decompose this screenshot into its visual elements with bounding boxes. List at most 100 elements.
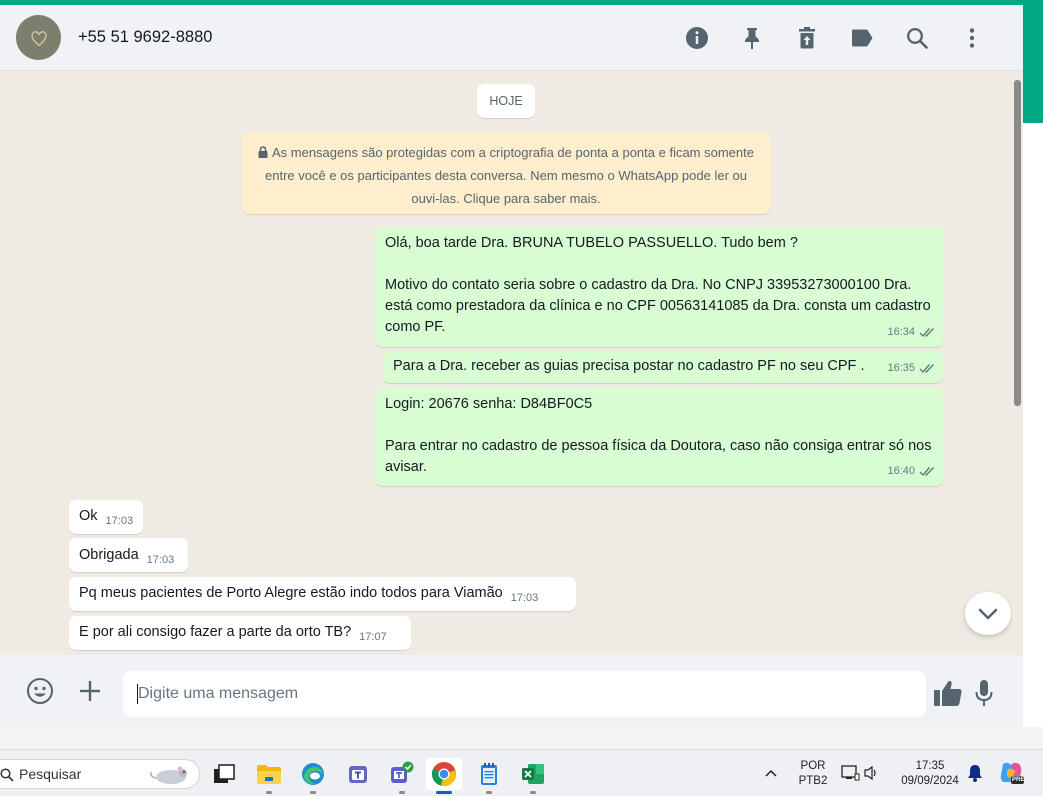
message-meta: 16:40 — [887, 461, 935, 482]
message-list[interactable]: HOJE As mensagens são protegidas com a c… — [0, 71, 1023, 655]
taskbar-excel[interactable] — [515, 758, 551, 794]
message-text: E por ali consigo fazer a parte da orto … — [79, 624, 352, 640]
running-indicator — [266, 791, 272, 794]
taskbar-edge[interactable] — [295, 758, 331, 794]
task-view-icon — [214, 764, 235, 783]
plus-icon — [80, 681, 100, 701]
delete-icon — [798, 27, 815, 49]
message-text: Olá, boa tarde Dra. BRUNA TUBELO PASSUEL… — [385, 235, 931, 335]
clock-time: 17:35 — [915, 760, 945, 772]
taskbar: Pesquisar POR PTB2 17:35 09/09/2024 PRE — [0, 749, 1043, 796]
avatar-logo-icon — [30, 30, 47, 46]
microphone-icon — [975, 680, 993, 706]
info-button[interactable] — [669, 18, 724, 58]
taskbar-notepad[interactable] — [471, 758, 507, 794]
scroll-to-bottom-button[interactable] — [965, 592, 1011, 635]
message-text: Ok — [79, 508, 98, 524]
folder-icon — [257, 765, 281, 784]
attach-button[interactable] — [74, 675, 106, 707]
tray-overflow-button[interactable] — [764, 765, 782, 783]
avatar[interactable] — [16, 15, 61, 60]
taskbar-search-label: Pesquisar — [19, 766, 82, 782]
info-icon — [685, 27, 708, 49]
message-time: 16:40 — [887, 465, 915, 477]
menu-button[interactable] — [944, 18, 999, 58]
message-text: Obrigada — [79, 547, 139, 563]
window-right-edge — [1023, 123, 1043, 727]
read-ticks-icon — [919, 328, 935, 338]
date-chip: HOJE — [477, 84, 535, 118]
message-input[interactable] — [123, 671, 926, 717]
chat-scrollbar-thumb[interactable] — [1014, 80, 1021, 406]
chevron-up-icon — [765, 769, 777, 777]
like-button[interactable] — [932, 677, 964, 709]
chrome-icon — [431, 762, 456, 786]
copilot-button[interactable]: PRE — [998, 760, 1026, 788]
pin-icon — [744, 28, 759, 49]
composer — [0, 655, 1023, 727]
notepad-icon — [481, 763, 497, 785]
label-icon — [851, 29, 872, 47]
label-button[interactable] — [834, 18, 889, 58]
chat-header: +55 51 9692-8880 — [0, 5, 1023, 71]
taskbar-search[interactable]: Pesquisar — [0, 759, 200, 789]
bell-icon — [968, 765, 982, 782]
message-time: 17:03 — [105, 515, 134, 527]
keyboard-layout: PTB2 — [798, 775, 828, 787]
message-text: Para a Dra. receber as guias precisa pos… — [393, 358, 865, 374]
delete-button[interactable] — [779, 18, 834, 58]
text-caret — [137, 684, 138, 704]
window-right-accent — [1023, 0, 1043, 123]
message-time: 17:03 — [510, 592, 539, 604]
teams-work-icon — [391, 761, 414, 783]
clock[interactable]: 17:35 09/09/2024 — [893, 759, 967, 789]
contact-name[interactable]: +55 51 9692-8880 — [78, 28, 212, 47]
running-indicator — [399, 791, 405, 794]
running-indicator — [436, 791, 452, 794]
message-meta: 16:35 — [887, 358, 935, 379]
desktop-background — [0, 727, 1043, 749]
language-code: POR — [800, 760, 826, 772]
search-icon — [906, 28, 928, 49]
taskbar-task-view[interactable] — [206, 758, 242, 790]
notifications-button[interactable] — [967, 764, 985, 784]
message-outgoing[interactable]: Olá, boa tarde Dra. BRUNA TUBELO PASSUEL… — [375, 227, 943, 347]
emoji-button[interactable] — [24, 675, 56, 707]
message-time: 16:35 — [887, 362, 915, 374]
emoji-icon — [27, 678, 53, 704]
message-time: 17:03 — [146, 554, 175, 566]
message-time: 17:07 — [359, 631, 387, 643]
encryption-notice-text: As mensagens são protegidas com a cripto… — [265, 145, 754, 206]
taskbar-file-explorer[interactable] — [251, 758, 287, 794]
network-volume-tray[interactable] — [841, 764, 883, 784]
taskbar-teams-free[interactable] — [340, 758, 376, 790]
running-indicator — [486, 791, 492, 794]
search-highlight-mouse-icon — [150, 766, 187, 784]
message-incoming[interactable]: Obrigada 17:03 — [69, 538, 188, 572]
menu-icon — [969, 28, 974, 48]
teams-icon — [349, 766, 367, 783]
taskbar-chrome[interactable] — [426, 758, 462, 794]
edge-browser-icon — [302, 763, 324, 785]
message-incoming[interactable]: E por ali consigo fazer a parte da orto … — [69, 616, 411, 650]
message-outgoing[interactable]: Login: 20676 senha: D84BF0C5 Para entrar… — [375, 388, 943, 486]
read-ticks-icon — [919, 364, 935, 374]
language-indicator[interactable]: POR PTB2 — [795, 759, 831, 789]
excel-icon — [522, 764, 544, 784]
taskbar-teams-work[interactable] — [384, 758, 420, 794]
running-indicator — [530, 791, 536, 794]
message-text: Pq meus pacientes de Porto Alegre estão … — [79, 585, 503, 601]
thumbs-up-icon — [934, 680, 962, 706]
encryption-notice[interactable]: As mensagens são protegidas com a cripto… — [242, 132, 770, 214]
message-meta: 16:34 — [887, 322, 935, 343]
pin-button[interactable] — [724, 18, 779, 58]
running-indicator — [310, 791, 316, 794]
message-outgoing[interactable]: Para a Dra. receber as guias precisa pos… — [383, 351, 943, 383]
message-incoming[interactable]: Ok 17:03 — [69, 500, 143, 534]
chevron-down-icon — [978, 608, 998, 619]
search-icon — [0, 768, 14, 782]
voice-message-button[interactable] — [968, 677, 1000, 709]
message-incoming[interactable]: Pq meus pacientes de Porto Alegre estão … — [69, 577, 576, 611]
network-volume-icon — [841, 765, 876, 781]
search-button[interactable] — [889, 18, 944, 58]
